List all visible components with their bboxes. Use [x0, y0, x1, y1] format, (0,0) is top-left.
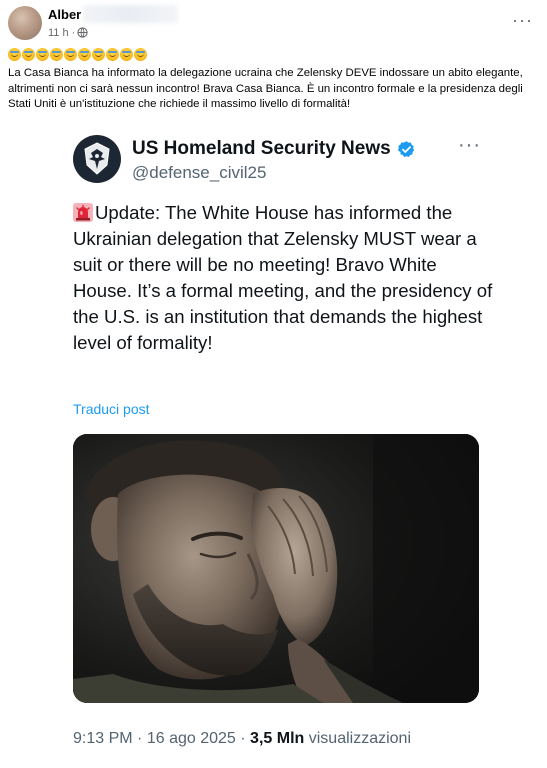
- post-time[interactable]: 11 h ·: [48, 27, 75, 39]
- globe-icon: [77, 27, 88, 38]
- eagle-shield-logo-icon: [84, 142, 110, 175]
- laughing-emoji-icon: [8, 48, 21, 61]
- tweet-time[interactable]: 9:13 PM: [73, 730, 133, 747]
- emoji-row: [8, 48, 147, 62]
- tweet-display-name[interactable]: US Homeland Security News: [132, 138, 391, 160]
- laughing-emoji-icon: [50, 48, 63, 61]
- tweet-body-text: Update: The White House has informed the…: [73, 202, 493, 353]
- translate-post-link[interactable]: Traduci post: [73, 401, 150, 417]
- tweet-views-count: 3,5 Mln: [250, 730, 305, 747]
- meta-separator: ·: [137, 730, 143, 747]
- tweet-author-avatar[interactable]: [73, 135, 121, 183]
- tweet-handle[interactable]: @defense_civil25: [132, 163, 266, 183]
- embedded-tweet-screenshot: US Homeland Security News @defense_civil…: [0, 118, 547, 768]
- tweet-photo[interactable]: [73, 434, 479, 703]
- laughing-emoji-icon: [22, 48, 35, 61]
- author-avatar[interactable]: [8, 6, 42, 40]
- photo-man-holding-head-image: [73, 434, 479, 703]
- tweet-body: Update: The White House has informed the…: [73, 200, 493, 356]
- laughing-emoji-icon: [64, 48, 77, 61]
- post-text: La Casa Bianca ha informato la delegazio…: [8, 67, 523, 111]
- tweet-views-label: visualizzazioni: [308, 730, 411, 747]
- tweet-options-button[interactable]: ···: [458, 134, 481, 157]
- siren-icon: [73, 203, 93, 222]
- laughing-emoji-icon: [120, 48, 133, 61]
- laughing-emoji-icon: [92, 48, 105, 61]
- redacted-name-blur: [83, 5, 178, 23]
- laughing-emoji-icon: [36, 48, 49, 61]
- laughing-emoji-icon: [134, 48, 147, 61]
- laughing-emoji-icon: [78, 48, 91, 61]
- verified-badge-icon: [397, 140, 414, 157]
- post-header: Alber 11 h · ···: [0, 0, 547, 46]
- meta-separator: ·: [240, 730, 246, 747]
- author-name[interactable]: Alber: [48, 7, 81, 22]
- post-options-button[interactable]: ···: [512, 10, 533, 31]
- tweet-name-row: US Homeland Security News: [132, 138, 416, 160]
- tweet-meta: 9:13 PM · 16 ago 2025 · 3,5 Mln visualiz…: [73, 730, 411, 748]
- laughing-emoji-icon: [106, 48, 119, 61]
- tweet-date[interactable]: 16 ago 2025: [147, 730, 236, 747]
- facebook-post: Alber 11 h · ··· La Casa Bianca ha infor…: [0, 0, 547, 768]
